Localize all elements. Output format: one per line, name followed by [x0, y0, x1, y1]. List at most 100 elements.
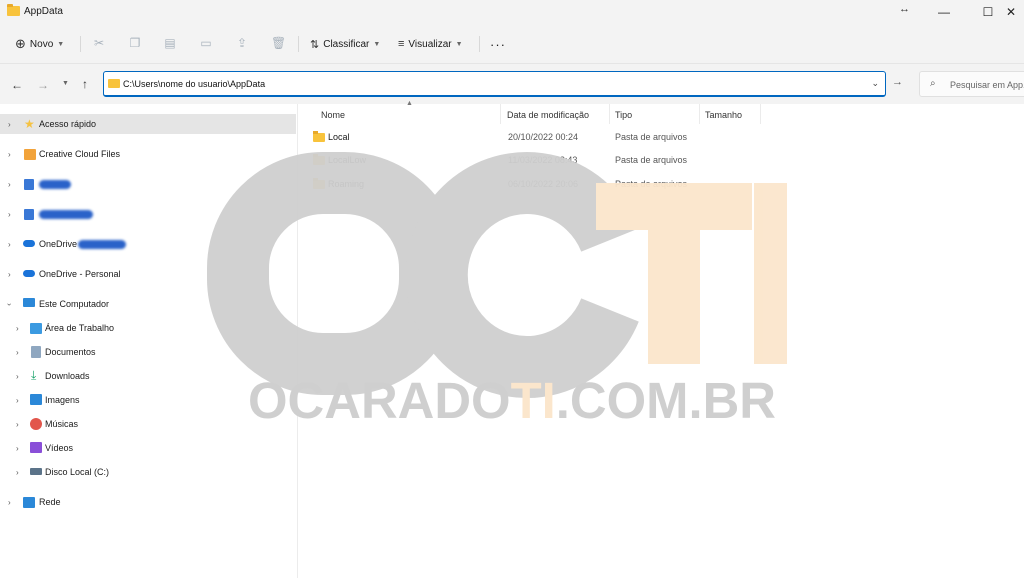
file-name: Roaming: [328, 179, 365, 189]
column-divider[interactable]: [699, 104, 700, 124]
chevron-right-icon[interactable]: ›: [8, 120, 11, 129]
minimize-button[interactable]: —: [922, 0, 966, 24]
sidebar-item-network-drive[interactable]: ›: [0, 174, 296, 194]
file-row[interactable]: LocalLow 11/03/2022 08:43 Pasta de arqui…: [308, 151, 708, 171]
onedrive-icon: [23, 240, 35, 247]
onedrive-icon: [23, 270, 35, 277]
chevron-right-icon[interactable]: ›: [16, 324, 19, 333]
sort-button[interactable]: ⇅ Classificar ▼: [310, 34, 380, 54]
network-drive-icon: [24, 179, 34, 190]
sidebar-item-onedrive[interactable]: › OneDrive: [0, 234, 296, 254]
view-button[interactable]: ≡ Visualizar ▼: [398, 34, 463, 54]
cut-icon[interactable]: ✂: [92, 36, 106, 50]
navigation-pane: › ★ Acesso rápido › Creative Cloud Files…: [0, 104, 298, 578]
sidebar-item-quick-access[interactable]: › ★ Acesso rápido: [0, 114, 296, 134]
command-bar: ⊕ Novo ▼ ✂ ❐ ▤ ▭ ⇪ 🗑 ⇅ Classificar ▼ ≡ V…: [0, 24, 1024, 64]
chevron-right-icon[interactable]: ›: [8, 150, 11, 159]
creative-cloud-icon: [24, 149, 36, 160]
sidebar-item-label: Downloads: [45, 371, 90, 381]
chevron-right-icon[interactable]: ›: [16, 372, 19, 381]
resize-icon[interactable]: ↔: [899, 3, 910, 15]
sidebar-item-downloads[interactable]: › ⤓ Downloads: [0, 366, 296, 386]
chevron-right-icon[interactable]: ›: [8, 210, 11, 219]
file-type: Pasta de arquivos: [615, 132, 688, 142]
file-row[interactable]: Local 20/10/2022 00:24 Pasta de arquivos: [308, 128, 708, 148]
sidebar-item-documents[interactable]: › Documentos: [0, 342, 296, 362]
rename-icon[interactable]: ▭: [199, 36, 213, 50]
folder-icon: [7, 4, 20, 16]
new-button[interactable]: ⊕ Novo ▼: [15, 34, 64, 54]
search-icon: ⌕: [930, 78, 936, 89]
copy-icon[interactable]: ❐: [128, 36, 142, 50]
column-header-name[interactable]: Nome: [321, 110, 345, 120]
sidebar-item-network[interactable]: › Rede: [0, 492, 296, 512]
sidebar-item-videos[interactable]: › Vídeos: [0, 438, 296, 458]
divider: [298, 36, 299, 52]
sidebar-item-onedrive-personal[interactable]: › OneDrive - Personal: [0, 264, 296, 284]
chevron-right-icon[interactable]: ›: [8, 180, 11, 189]
search-box[interactable]: ⌕ Pesquisar em App...: [919, 71, 1024, 97]
back-arrow-icon[interactable]: ←: [11, 78, 23, 92]
paste-icon[interactable]: ▤: [163, 36, 177, 50]
chevron-right-icon[interactable]: ›: [8, 270, 11, 279]
file-date: 20/10/2022 00:24: [508, 132, 579, 142]
chevron-down-icon[interactable]: ⌄: [871, 78, 879, 89]
sidebar-item-network-drive[interactable]: ›: [0, 204, 296, 224]
sidebar-item-desktop[interactable]: › Área de Trabalho: [0, 318, 296, 338]
file-type: Pasta de arquivos: [615, 155, 688, 165]
sidebar-item-label: Este Computador: [39, 299, 110, 309]
file-name: Local: [328, 132, 350, 142]
chevron-right-icon[interactable]: ›: [16, 348, 19, 357]
address-bar[interactable]: C:\Users\nome do usuario\AppData ⌄: [103, 71, 886, 97]
desktop-icon: [30, 323, 42, 334]
column-divider[interactable]: [609, 104, 610, 124]
file-type: Pasta de arquivos: [615, 179, 688, 189]
sidebar-item-creative-cloud[interactable]: › Creative Cloud Files: [0, 144, 296, 164]
column-divider[interactable]: [500, 104, 501, 124]
chevron-down-icon[interactable]: ›: [5, 303, 14, 306]
column-divider[interactable]: [760, 104, 761, 124]
sidebar-item-pictures[interactable]: › Imagens: [0, 390, 296, 410]
sidebar-item-this-pc[interactable]: › Este Computador: [0, 294, 296, 314]
column-header-date[interactable]: Data de modificação: [507, 110, 589, 120]
file-date: 11/03/2022 08:43: [508, 155, 578, 165]
up-arrow-icon[interactable]: ↑: [82, 77, 88, 91]
address-path[interactable]: C:\Users\nome do usuario\AppData: [123, 79, 265, 89]
sort-ascending-icon: ▲: [406, 100, 413, 107]
chevron-right-icon[interactable]: ›: [16, 396, 19, 405]
downloads-icon: ⤓: [31, 368, 37, 382]
title-bar: AppData ↔ — ☐ ✕: [0, 0, 1024, 24]
view-icon: ≡: [398, 38, 405, 50]
chevron-right-icon[interactable]: ›: [8, 240, 11, 249]
column-header-size[interactable]: Tamanho: [705, 110, 742, 120]
music-icon: [30, 418, 42, 430]
chevron-right-icon[interactable]: ›: [16, 420, 19, 429]
more-options-button[interactable]: ···: [490, 34, 506, 54]
search-placeholder[interactable]: Pesquisar em App...: [950, 80, 1024, 90]
sidebar-item-label: Disco Local (C:): [45, 467, 110, 477]
column-header-type[interactable]: Tipo: [615, 110, 632, 120]
recent-locations-icon[interactable]: ▼: [62, 80, 69, 87]
chevron-down-icon: ▼: [57, 40, 65, 48]
close-button[interactable]: ✕: [998, 0, 1024, 24]
forward-arrow-icon[interactable]: →: [37, 78, 49, 92]
go-arrow-icon[interactable]: →: [892, 76, 903, 88]
share-icon[interactable]: ⇪: [235, 36, 249, 50]
documents-icon: [31, 346, 41, 358]
chevron-right-icon[interactable]: ›: [8, 498, 11, 507]
drive-icon: [30, 468, 42, 475]
network-icon: [23, 497, 35, 508]
sidebar-item-music[interactable]: › Músicas: [0, 414, 296, 434]
add-icon: ⊕: [15, 36, 26, 51]
file-row[interactable]: Roaming 06/10/2022 20:06 Pasta de arquiv…: [308, 175, 708, 195]
videos-icon: [30, 442, 42, 453]
folder-icon: [108, 79, 120, 88]
sidebar-item-local-disk[interactable]: › Disco Local (C:): [0, 462, 296, 482]
chevron-right-icon[interactable]: ›: [16, 444, 19, 453]
folder-icon: [313, 131, 325, 142]
sidebar-item-label: Vídeos: [45, 443, 74, 453]
pictures-icon: [30, 394, 42, 405]
delete-icon[interactable]: 🗑: [271, 36, 286, 50]
chevron-right-icon[interactable]: ›: [16, 468, 19, 477]
sidebar-item-label: Músicas: [45, 419, 79, 429]
